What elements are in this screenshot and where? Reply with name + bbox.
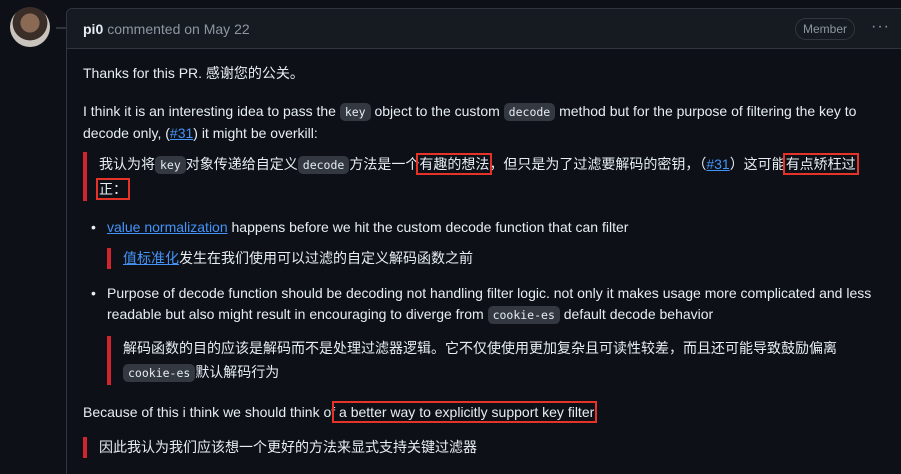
translation-quote-4: 因此我认为我们应该想一个更好的方法来显式支持关键过滤器 — [83, 437, 883, 458]
text: 发生在我们使用可以过滤的自定义解码函数之前 — [179, 250, 473, 266]
comment-header: pi0 commented on May 22 — [67, 9, 901, 49]
highlight-box: 正： — [96, 178, 130, 200]
translation-quote-3: 解码函数的目的应该是解码而不是处理过滤器逻辑。它不仅使使用更加复杂且可读性较差，… — [107, 336, 887, 385]
highlight-box: a better way to explicitly support key f… — [332, 401, 598, 423]
text: 解码函数的目的应该是解码而不是处理过滤器逻辑。它不仅使使用更加复杂且可读性较差，… — [123, 340, 837, 356]
paragraph-thanks: Thanks for this PR. 感谢您的公关。 — [83, 65, 304, 81]
inline-code-decode: decode — [297, 156, 350, 174]
author-link[interactable]: pi0 — [83, 21, 103, 37]
text: 我认为将 — [99, 156, 155, 172]
timeline-connector — [56, 27, 66, 29]
paragraph-overkill: I think it is an interesting idea to pas… — [83, 101, 883, 144]
issue-link-31[interactable]: #31 — [706, 156, 729, 172]
text: object to the custom — [370, 103, 504, 119]
inline-code-cookie-es: cookie-es — [123, 364, 196, 382]
translation-quote-1: 我认为将 key 对象传递给自定义 decode 方法是一个有趣的想法，但只是为了过滤要… — [83, 152, 883, 201]
text: happens before we hit the custom decode … — [227, 219, 629, 235]
list-item: value normalization happens before we hi… — [91, 217, 887, 238]
list-item: Purpose of decode function should be dec… — [91, 283, 887, 326]
text: ，但只是为了过滤要解码的密钥，（ — [489, 156, 707, 172]
translation-quote-2: 值标准化发生在我们使用可以过滤的自定义解码函数之前 — [107, 248, 887, 269]
text: ）这可能 — [729, 156, 786, 172]
highlight-box: 有点矫枉过 — [782, 153, 859, 175]
text: ) it might be overkill: — [193, 125, 318, 141]
text: 方法是一个 — [349, 156, 420, 172]
text: default decode behavior — [559, 306, 714, 322]
issue-link-31[interactable]: #31 — [170, 125, 193, 141]
highlight-box: 有趣的想法 — [416, 153, 493, 175]
text: 默认解码行为 — [195, 364, 280, 380]
more-options-icon[interactable]: ··· — [871, 18, 890, 36]
inline-code-key: key — [155, 156, 186, 174]
value-normalization-link[interactable]: 值标准化 — [123, 250, 179, 266]
comment-card: pi0 commented on May 22 Member ··· Thank… — [66, 8, 901, 474]
paragraph-conclusion: Because of this i think we should think … — [83, 401, 883, 423]
avatar[interactable] — [10, 7, 50, 47]
text: I think it is an interesting idea to pas… — [83, 103, 340, 119]
text: 对象传递给自定义 — [185, 156, 298, 172]
comment-timestamp[interactable]: commented on May 22 — [107, 21, 249, 37]
inline-code-cookie-es: cookie-es — [487, 306, 560, 324]
inline-code-key: key — [339, 103, 371, 121]
member-badge: Member — [795, 18, 856, 40]
value-normalization-link[interactable]: value normalization — [107, 219, 228, 235]
inline-code-decode: decode — [503, 103, 556, 121]
text: Because of this i think we should think … — [83, 404, 336, 420]
